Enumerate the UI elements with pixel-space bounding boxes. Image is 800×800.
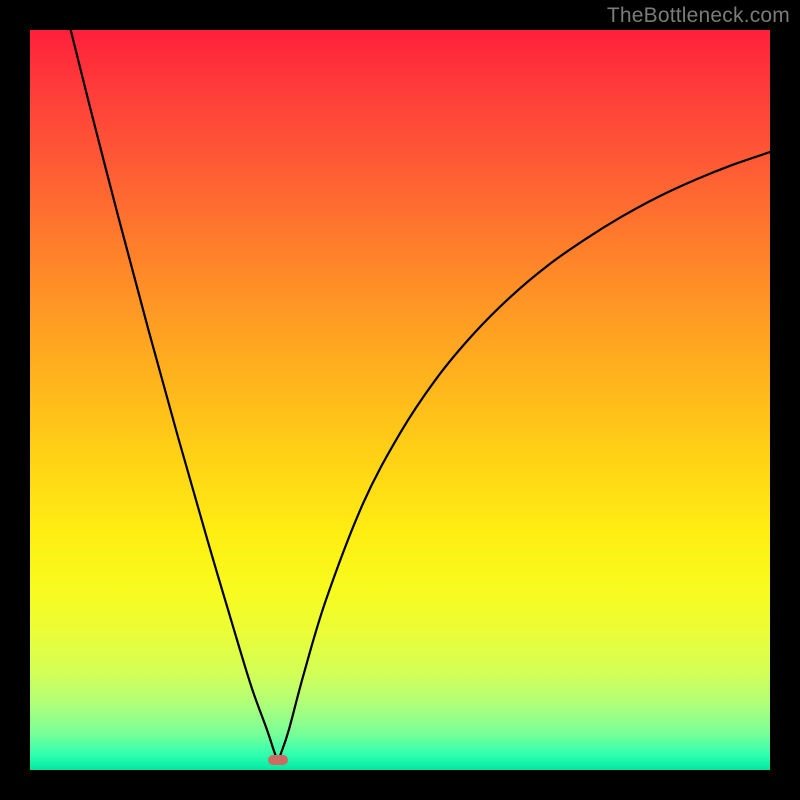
plot-area <box>30 30 770 770</box>
watermark-text: TheBottleneck.com <box>607 4 790 28</box>
bottleneck-curve <box>71 30 770 760</box>
minimum-marker <box>268 755 288 765</box>
curve-svg <box>30 30 770 770</box>
chart-frame: TheBottleneck.com <box>0 0 800 800</box>
